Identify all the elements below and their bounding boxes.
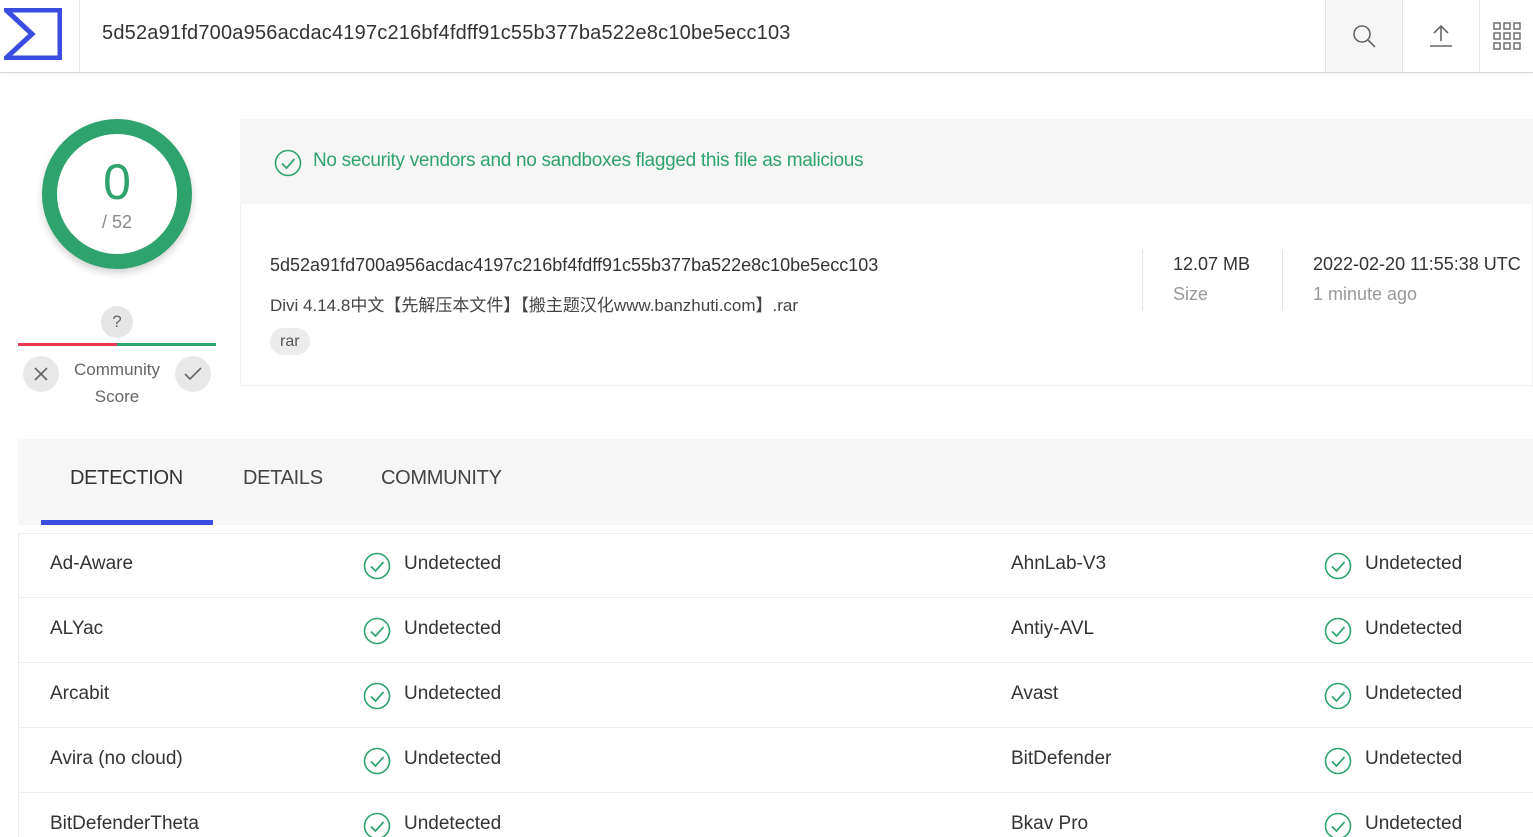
file-type-tag[interactable]: rar [270,328,310,355]
vendor-name: BitDefender [1011,748,1112,769]
divider [1142,250,1143,310]
vendor-name: ALYac [50,618,104,639]
table-row [18,663,1533,728]
check-circle-icon [1324,812,1352,837]
community-bar-positive [117,343,216,346]
close-icon [34,367,48,381]
engine-total: / 52 [101,212,133,232]
vendor-result: Undetected [1365,618,1463,639]
check-circle-icon [1324,747,1352,780]
upload-icon [1430,24,1452,47]
sigma-logo-icon [4,8,62,60]
check-circle-icon [363,682,391,715]
analysis-date-value: 2022-02-20 11:55:38 UTC [1313,254,1521,274]
tab-detection[interactable]: DETECTION [70,467,183,490]
vendor-result: Undetected [1365,683,1463,704]
check-circle-icon [363,747,391,780]
detection-score-circle: 0 / 52 [42,119,192,269]
search-icon [1353,25,1376,48]
vendor-name: Avast [1011,683,1059,704]
vendor-result: Undetected [404,553,502,574]
table-row [18,598,1533,663]
community-score-help[interactable]: ? [101,306,133,338]
community-label-line1: Community [74,360,160,379]
apps-grid-icon [1492,22,1521,50]
vendor-result: Undetected [1365,748,1463,769]
vendor-result: Undetected [404,813,502,834]
divider [1282,250,1283,310]
tab-details[interactable]: DETAILS [243,467,323,490]
file-size-value: 12.07 MB [1173,254,1251,274]
detection-count: 0 [103,154,131,210]
vendor-name: Arcabit [50,683,110,704]
logo[interactable] [0,0,80,72]
vendor-name: BitDefenderTheta [50,813,199,834]
vendor-result: Undetected [404,618,502,639]
active-tab-indicator [41,520,213,525]
table-row [18,728,1533,793]
verdict-text: No security vendors and no sandboxes fla… [313,150,864,171]
check-circle-icon [1324,682,1352,715]
check-icon [184,367,202,381]
apps-button[interactable] [1479,0,1533,72]
check-circle-icon [1324,552,1352,585]
check-circle-icon [363,812,391,837]
vote-harmful-button[interactable] [23,356,59,392]
vendor-result: Undetected [1365,813,1463,834]
check-circle-icon [274,149,302,177]
check-circle-icon [363,552,391,585]
vendor-name: Ad-Aware [50,553,134,574]
analysis-date-relative: 1 minute ago [1313,284,1418,304]
table-row [18,533,1533,598]
vendor-name: Antiy-AVL [1011,618,1095,639]
vendor-name: AhnLab-V3 [1011,553,1107,574]
search-button[interactable] [1325,0,1402,72]
file-hash: 5d52a91fd700a956acdac4197c216bf4fdff91c5… [270,255,879,275]
top-bar: 5d52a91fd700a956acdac4197c216bf4fdff91c5… [0,0,1533,73]
check-circle-icon [1324,617,1352,650]
community-score-label: Community Score [62,356,172,410]
search-input[interactable]: 5d52a91fd700a956acdac4197c216bf4fdff91c5… [102,22,791,45]
vendor-name: Bkav Pro [1011,813,1089,834]
file-name: Divi 4.14.8中文【先解压本文件】【搬主题汉化www.banzhuti.… [270,296,799,315]
vendor-result: Undetected [404,748,502,769]
vote-harmless-button[interactable] [175,356,211,392]
vendor-result: Undetected [1365,553,1463,574]
file-size-label: Size [1173,284,1209,304]
community-label-line2: Score [94,387,140,406]
check-circle-icon [363,617,391,650]
vendor-name: Avira (no cloud) [50,748,183,769]
tab-community[interactable]: COMMUNITY [381,467,502,490]
table-row [18,793,1533,837]
upload-button[interactable] [1402,0,1479,72]
vendor-result: Undetected [404,683,502,704]
community-bar-negative [18,343,117,346]
